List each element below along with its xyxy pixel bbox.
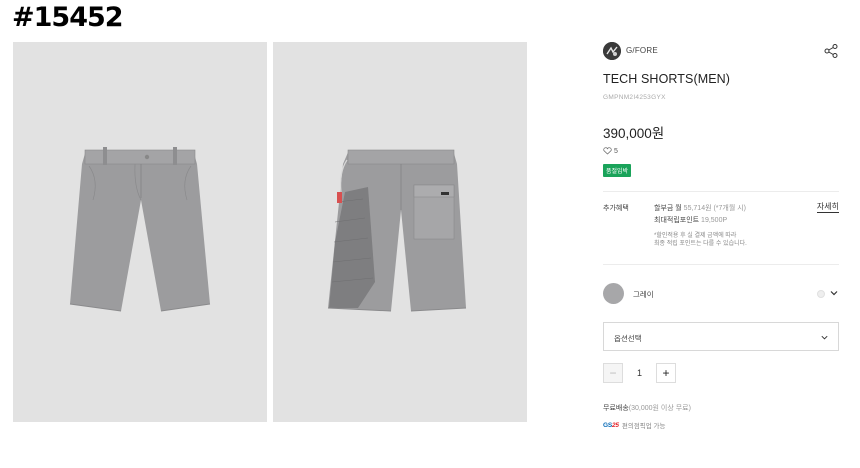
like-button[interactable]: 5 — [603, 145, 618, 157]
option-select-label: 옵션선택 — [614, 334, 642, 343]
points-note-line2: 최종 적립 포인트는 다를 수 있습니다. — [654, 241, 747, 247]
color-dot[interactable] — [817, 290, 825, 298]
installment-detail: 55,714원 (*7개월 시) — [683, 205, 747, 212]
chevron-down-icon — [821, 335, 828, 340]
divider — [603, 191, 839, 192]
product-image-back[interactable] — [273, 42, 527, 422]
shipping-prefix: 무료배송 — [603, 405, 629, 412]
shipping-detail: (30,000원 이상 무료) — [628, 405, 691, 412]
points-info: 최대적립포인트 19,500P — [654, 215, 727, 225]
quantity-decrease-button[interactable]: − — [603, 363, 623, 383]
shorts-front-illustration — [69, 147, 211, 312]
brand-logo-icon[interactable] — [603, 42, 621, 60]
chevron-down-icon[interactable] — [829, 288, 839, 298]
product-image-front[interactable] — [13, 42, 267, 422]
gs-pickup-info: GS25 편의점픽업 가능 — [603, 420, 666, 431]
color-option-row: 그레이 — [603, 283, 839, 305]
quantity-increase-button[interactable]: + — [656, 363, 676, 383]
heart-icon — [603, 147, 612, 155]
benefit-label: 추가혜택 — [603, 205, 629, 212]
status-badge: 품절임박 — [603, 164, 632, 177]
share-icon[interactable] — [823, 43, 839, 59]
shipping-info: 무료배송(30,000원 이상 무료) — [603, 403, 691, 413]
product-title: TECH SHORTS(MEN) — [603, 72, 731, 86]
gs25-logo-num: 25 — [612, 421, 619, 429]
divider — [603, 264, 839, 265]
installment-info: 할부금 월 55,714원 (*7개월 시) — [654, 203, 746, 213]
installment-prefix: 할부금 월 — [654, 205, 682, 212]
points-value: 19,500P — [701, 217, 728, 224]
page-id-label: #15452 — [12, 2, 124, 33]
points-prefix: 최대적립포인트 — [654, 217, 700, 224]
option-select[interactable]: 옵션선택 — [603, 322, 839, 351]
gs25-logo-text: GS — [603, 421, 612, 429]
brand-name[interactable]: G/FORE — [626, 46, 658, 55]
gs25-logo: GS25 — [603, 422, 619, 429]
color-name: 그레이 — [633, 290, 654, 299]
shorts-back-illustration — [327, 149, 467, 312]
color-swatch-gray[interactable] — [603, 283, 624, 304]
quantity-value[interactable]: 1 — [623, 363, 656, 383]
detail-link[interactable]: 자세히 — [816, 201, 839, 213]
like-count: 5 — [614, 147, 618, 155]
gs-pickup-text: 편의점픽업 가능 — [621, 423, 666, 430]
brand-row: G/FORE — [603, 42, 839, 60]
product-code: GMPNM2I4253GYX — [603, 94, 666, 101]
product-price: 390,000원 — [603, 126, 665, 141]
